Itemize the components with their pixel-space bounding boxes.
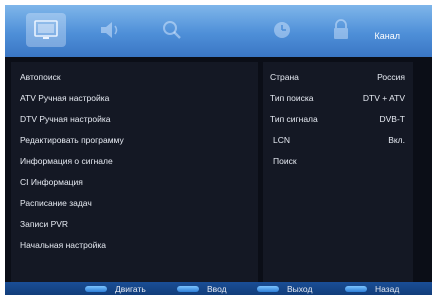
active-tab-title: Канал <box>374 31 400 41</box>
search-start-button[interactable]: Поиск <box>273 156 297 166</box>
sound-icon <box>101 22 118 38</box>
hint-exit: Выход <box>257 282 312 295</box>
hint-enter-label: Ввод <box>207 283 227 294</box>
lock-icon <box>334 19 348 39</box>
key-hint-bar: Двигать Ввод Выход Назад <box>5 282 432 295</box>
signal-type-label: Тип сигнала <box>270 114 318 124</box>
tab-sound[interactable] <box>95 15 125 45</box>
menu-item-schedule[interactable]: Расписание задач <box>20 198 92 208</box>
menu-tab-bar: Канал <box>5 5 432 57</box>
lcn-value: Вкл. <box>388 135 405 145</box>
menu-item-initial-setup[interactable]: Начальная настройка <box>20 240 106 250</box>
ok-key-icon <box>177 285 199 292</box>
search-icon <box>163 21 181 39</box>
tab-search[interactable] <box>157 15 187 45</box>
menu-item-edit-program[interactable]: Редактировать программу <box>20 135 124 145</box>
clock-icon <box>274 22 290 38</box>
hint-back-label: Назад <box>375 283 400 294</box>
menu-item-ci-info[interactable]: CI Информация <box>20 177 83 187</box>
hint-enter: Ввод <box>177 282 227 295</box>
menu-item-dtv-manual[interactable]: DTV Ручная настройка <box>20 114 111 124</box>
country-label: Страна <box>270 72 299 82</box>
channel-menu-list: Автопоиск ATV Ручная настройка DTV Ручна… <box>11 62 258 282</box>
auto-search-settings: Страна Россия Тип поиска DTV + ATV Тип с… <box>263 62 413 282</box>
hint-exit-label: Выход <box>287 283 313 294</box>
picture-icon <box>34 20 58 39</box>
country-value: Россия <box>377 72 405 82</box>
search-type-label: Тип поиска <box>270 93 314 103</box>
tab-picture[interactable] <box>26 13 66 47</box>
tab-lock[interactable] <box>326 15 356 45</box>
menu-item-auto-search[interactable]: Автопоиск <box>20 72 61 82</box>
hint-move: Двигать <box>85 282 146 295</box>
signal-type-value: DVB-T <box>379 114 406 124</box>
back-key-icon <box>345 285 367 292</box>
tab-time[interactable] <box>267 15 297 45</box>
menu-item-atv-manual[interactable]: ATV Ручная настройка <box>20 93 109 103</box>
lcn-label: LCN <box>273 135 291 145</box>
search-type-value: DTV + ATV <box>362 93 405 103</box>
hint-back: Назад <box>345 282 399 295</box>
navigate-key-icon <box>85 285 107 292</box>
exit-key-icon <box>257 285 279 292</box>
menu-item-pvr-records[interactable]: Записи PVR <box>20 219 68 229</box>
menu-item-signal-info[interactable]: Информация о сигнале <box>20 156 113 166</box>
tv-menu-screen: Канал Автопоиск ATV Ручная настройка DTV… <box>5 5 432 295</box>
hint-move-label: Двигать <box>115 283 146 294</box>
